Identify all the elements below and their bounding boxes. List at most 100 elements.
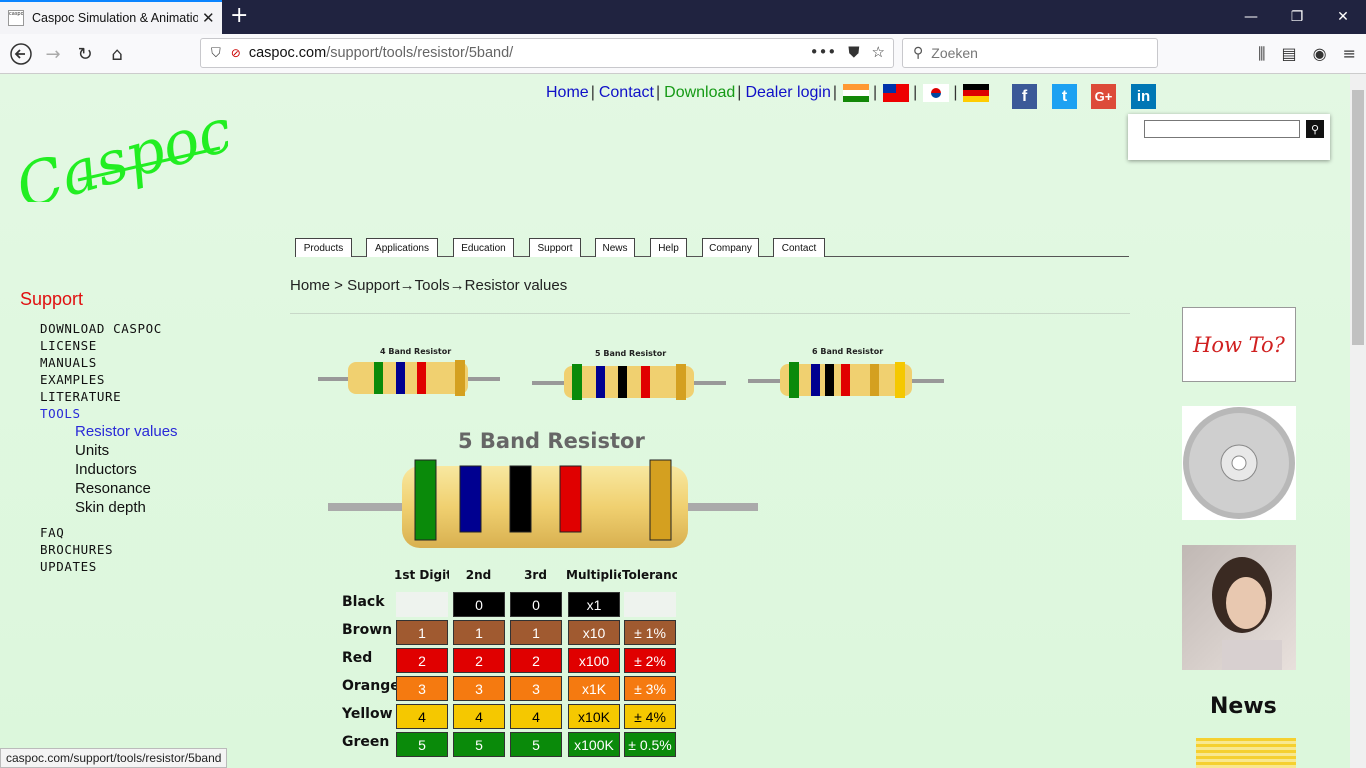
support-person-photo[interactable] xyxy=(1182,545,1296,670)
page-actions-icon[interactable]: ••• xyxy=(810,43,837,61)
sidebar-sub-skin-depth[interactable]: Skin depth xyxy=(75,499,146,516)
header-3rd: 3rd xyxy=(524,568,547,582)
news-banner[interactable] xyxy=(1196,738,1296,768)
tab-education[interactable]: Education xyxy=(453,238,514,257)
tab-close-icon[interactable]: ✕ xyxy=(202,9,215,27)
color-cell: 0 xyxy=(510,592,562,617)
site-search-input[interactable] xyxy=(1144,120,1300,138)
sidebar-item-brochures[interactable]: BROCHURES xyxy=(40,542,113,557)
twitter-icon[interactable]: t xyxy=(1052,84,1077,109)
facebook-icon[interactable]: f xyxy=(1012,84,1037,109)
sidebar-item-download[interactable]: DOWNLOAD CASPOC xyxy=(40,321,162,336)
site-favicon-icon: caspoc xyxy=(8,10,24,26)
caspoc-logo[interactable]: Caspoc xyxy=(8,95,240,223)
color-cell: ± 0.5% xyxy=(624,732,676,757)
pocket-icon[interactable]: ⛊ xyxy=(848,43,859,61)
resistor-thumbnails: 4 Band Resistor 5 Band Resistor 6 Band R… xyxy=(318,347,944,400)
home-icon[interactable]: ⌂ xyxy=(102,40,132,68)
germany-flag-icon[interactable] xyxy=(963,84,990,102)
color-cell: 4 xyxy=(396,704,448,729)
link-contact[interactable]: Contact xyxy=(599,84,654,102)
url-bar[interactable]: ⛉ ⊘ caspoc.com/support/tools/resistor/5b… xyxy=(200,38,894,68)
tab-help[interactable]: Help xyxy=(650,238,687,257)
sidebar-sub-resonance[interactable]: Resonance xyxy=(75,480,151,497)
header-1st-digit: 1st Digit xyxy=(394,568,449,582)
tab-company[interactable]: Company xyxy=(702,238,759,257)
link-home[interactable]: Home xyxy=(546,84,589,102)
color-cell: x10K xyxy=(568,704,620,729)
link-separator: | xyxy=(832,84,837,101)
close-window-icon[interactable]: ✕ xyxy=(1320,0,1366,34)
linkedin-icon[interactable]: in xyxy=(1131,84,1156,109)
header-2nd: 2nd xyxy=(465,568,492,582)
link-separator: | xyxy=(737,84,742,101)
svg-text:Caspoc: Caspoc xyxy=(9,102,228,202)
color-cell: x100 xyxy=(568,648,620,673)
site-search-button[interactable]: ⚲ xyxy=(1306,120,1324,138)
tracking-shield-icon[interactable]: ⛉ xyxy=(211,46,221,61)
sidebar-sub-resistor-values[interactable]: Resistor values xyxy=(75,423,178,440)
forward-icon[interactable]: → xyxy=(38,40,68,68)
sidebar-item-examples[interactable]: EXAMPLES xyxy=(40,372,105,387)
sidebar-icon[interactable]: ▤ xyxy=(1282,44,1297,64)
color-cell: x1 xyxy=(568,592,620,617)
tab-support[interactable]: Support xyxy=(529,238,581,257)
search-bar[interactable]: ⚲ Zoeken xyxy=(902,38,1158,68)
google-plus-icon[interactable]: G+ xyxy=(1091,84,1116,109)
how-to-banner[interactable]: How To? xyxy=(1182,307,1296,382)
color-cell: x10 xyxy=(568,620,620,645)
color-cell: 1 xyxy=(453,620,505,645)
reload-icon[interactable]: ↻ xyxy=(70,40,100,68)
thumb-6-band[interactable]: 6 Band Resistor xyxy=(748,347,944,398)
taiwan-flag-icon[interactable] xyxy=(883,84,910,102)
sidebar-item-literature[interactable]: LITERATURE xyxy=(40,389,121,404)
color-cell: 5 xyxy=(453,732,505,757)
color-cell: ± 2% xyxy=(624,648,676,673)
sidebar-sub-inductors[interactable]: Inductors xyxy=(75,461,137,478)
row-label: Green xyxy=(342,734,390,750)
sidebar-item-tools[interactable]: TOOLS xyxy=(40,406,81,421)
cd-image[interactable] xyxy=(1182,406,1296,520)
menu-icon[interactable]: ≡ xyxy=(1343,44,1356,64)
india-flag-icon[interactable] xyxy=(843,84,869,102)
menu-tabs: Products Applications Education Support … xyxy=(295,238,1129,257)
korea-flag-icon[interactable] xyxy=(923,84,950,102)
sidebar-item-faq[interactable]: FAQ xyxy=(40,525,64,540)
news-heading: News xyxy=(1210,694,1277,719)
minimize-icon[interactable]: — xyxy=(1228,0,1274,34)
sidebar-item-manuals[interactable]: MANUALS xyxy=(40,355,97,370)
tab-products[interactable]: Products xyxy=(295,238,352,257)
site-search-box: ⚲ xyxy=(1128,114,1330,160)
link-dealer-login[interactable]: Dealer login xyxy=(745,84,830,102)
account-icon[interactable]: ◉ xyxy=(1313,44,1327,64)
color-cell: 3 xyxy=(510,676,562,701)
page-scrollbar[interactable] xyxy=(1350,74,1366,768)
divider xyxy=(290,313,1130,314)
color-cell xyxy=(624,592,676,617)
sidebar-sub-units[interactable]: Units xyxy=(75,442,109,459)
window-controls: — ❐ ✕ xyxy=(1228,0,1366,34)
color-cell: ± 3% xyxy=(624,676,676,701)
link-download[interactable]: Download xyxy=(664,84,735,102)
insecure-lock-icon[interactable]: ⊘ xyxy=(231,46,241,60)
tab-applications[interactable]: Applications xyxy=(366,238,438,257)
color-cell: 3 xyxy=(396,676,448,701)
new-tab-icon[interactable]: + xyxy=(230,3,248,28)
scrollbar-thumb[interactable] xyxy=(1352,90,1364,345)
restore-icon[interactable]: ❐ xyxy=(1274,0,1320,34)
thumb-5-band[interactable]: 5 Band Resistor xyxy=(532,349,726,400)
color-cell: 1 xyxy=(510,620,562,645)
bookmark-star-icon[interactable]: ☆ xyxy=(872,43,885,61)
tab-contact[interactable]: Contact xyxy=(773,238,825,257)
back-icon[interactable] xyxy=(6,40,36,68)
status-bar: caspoc.com/support/tools/resistor/5band xyxy=(0,748,228,768)
tab-news[interactable]: News xyxy=(595,238,635,257)
library-icon[interactable]: ⫼ xyxy=(1258,44,1265,64)
row-label: Black xyxy=(342,594,385,610)
url-text[interactable]: caspoc.com/support/tools/resistor/5band/ xyxy=(249,45,513,61)
browser-tab[interactable]: caspoc Caspoc Simulation & Animation ✕ xyxy=(0,0,222,34)
sidebar-item-license[interactable]: LICENSE xyxy=(40,338,97,353)
thumb-4-band[interactable]: 4 Band Resistor xyxy=(318,347,500,396)
sidebar-item-updates[interactable]: UPDATES xyxy=(40,559,97,574)
color-cell: 4 xyxy=(453,704,505,729)
